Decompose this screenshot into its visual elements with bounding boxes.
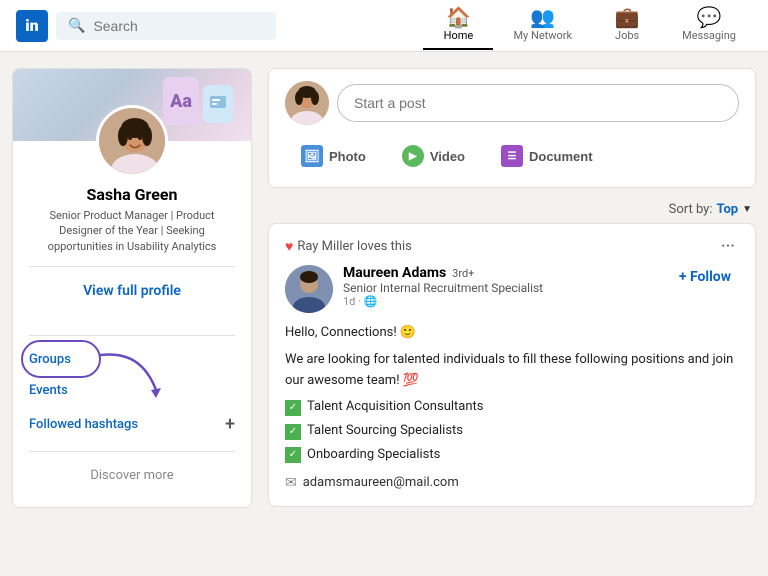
check-icon-1: ✓ — [285, 400, 301, 416]
list-item-label-3: Onboarding Specialists — [307, 445, 440, 466]
nav-label-network: My Network — [513, 29, 572, 42]
profile-title: Senior Product Manager | Product Designe… — [29, 208, 235, 254]
video-button[interactable]: ▶ Video — [386, 137, 481, 175]
arrow-annotation — [91, 350, 171, 400]
list-item-2: ✓ Talent Sourcing Specialists — [285, 421, 739, 442]
jobs-icon: 💼 — [615, 7, 640, 27]
search-bar: 🔍 — [56, 12, 276, 40]
profile-name: Sasha Green — [29, 185, 235, 204]
hashtags-label: Followed hashtags — [29, 417, 138, 432]
nav-item-jobs[interactable]: 💼 Jobs — [592, 1, 662, 50]
list-item-3: ✓ Onboarding Specialists — [285, 445, 739, 466]
author-avatar[interactable] — [285, 265, 333, 313]
author-name[interactable]: Maureen Adams — [343, 265, 446, 281]
email-row: ✉ adamsmaureen@mail.com — [285, 472, 739, 494]
bg-card-aa: Aa — [163, 77, 199, 125]
discover-more-button[interactable]: Discover more — [29, 460, 235, 491]
post-actions: 🖼 Photo ▶ Video ☰ Document — [285, 137, 739, 175]
sort-label: Sort by: — [669, 202, 713, 217]
photo-button[interactable]: 🖼 Photo — [285, 137, 382, 175]
love-text: Ray Miller loves this — [297, 239, 713, 254]
photo-icon: 🖼 — [301, 145, 323, 167]
document-label: Document — [529, 149, 593, 164]
author-subtitle: Senior Internal Recruitment Specialist — [343, 281, 661, 295]
sidebar-item-groups[interactable]: Groups — [29, 344, 235, 375]
linkedin-logo[interactable]: in — [16, 10, 48, 42]
check-icon-2: ✓ — [285, 424, 301, 440]
messaging-icon: 💬 — [697, 7, 722, 27]
list-item-1: ✓ Talent Acquisition Consultants — [285, 397, 739, 418]
check-icon-3: ✓ — [285, 447, 301, 463]
navbar-nav: 🏠 Home 👥 My Network 💼 Jobs 💬 Messaging — [423, 1, 752, 50]
search-input[interactable] — [93, 18, 264, 34]
sort-bar: Sort by: Top ▼ — [268, 196, 756, 223]
post-author-row: Maureen Adams 3rd+ Senior Internal Recru… — [285, 265, 739, 313]
sidebar-links: Groups Events Followed hashtags + Discov… — [13, 319, 251, 507]
start-post-input[interactable] — [337, 84, 739, 122]
view-full-profile-button[interactable]: View full profile — [29, 275, 235, 307]
profile-bg-art: Aa — [163, 77, 243, 137]
video-label: Video — [430, 149, 465, 164]
post-user-avatar — [285, 81, 329, 125]
author-badge: 3rd+ — [452, 267, 474, 280]
profile-info: Sasha Green Senior Product Manager | Pro… — [13, 185, 251, 319]
profile-card: Aa — [12, 68, 252, 508]
bg-card-2 — [203, 85, 233, 123]
add-icon[interactable]: + — [225, 414, 235, 435]
nav-label-home: Home — [444, 29, 474, 42]
nav-label-messaging: Messaging — [682, 29, 736, 42]
links-divider — [29, 335, 235, 336]
list-item-label-1: Talent Acquisition Consultants — [307, 397, 483, 418]
photo-label: Photo — [329, 149, 366, 164]
home-icon: 🏠 — [446, 7, 471, 27]
avatar-svg — [99, 108, 165, 174]
feed-card: ♥ Ray Miller loves this ··· Maureen Ad — [268, 223, 756, 507]
video-icon: ▶ — [402, 145, 424, 167]
author-avatar-svg — [285, 265, 333, 313]
document-button[interactable]: ☰ Document — [485, 137, 609, 175]
post-body: We are looking for talented individuals … — [285, 350, 739, 392]
groups-label: Groups — [29, 352, 71, 367]
avatar[interactable] — [96, 105, 168, 177]
email-address[interactable]: adamsmaureen@mail.com — [303, 473, 459, 494]
post-box-top — [285, 81, 739, 125]
discover-divider — [29, 451, 235, 452]
author-info: Maureen Adams 3rd+ Senior Internal Recru… — [343, 265, 661, 308]
sort-value[interactable]: Top — [716, 202, 738, 217]
sidebar-item-hashtags[interactable]: Followed hashtags + — [29, 406, 235, 443]
post-time: 1d · 🌐 — [343, 295, 377, 308]
feed-area: 🖼 Photo ▶ Video ☰ Document Sort by: Top … — [268, 68, 756, 516]
follow-button[interactable]: + Follow — [671, 265, 739, 289]
author-meta: 1d · 🌐 — [343, 295, 661, 308]
nav-item-home[interactable]: 🏠 Home — [423, 1, 493, 50]
profile-divider — [29, 266, 235, 267]
events-label: Events — [29, 383, 68, 398]
nav-item-network[interactable]: 👥 My Network — [497, 1, 588, 50]
document-icon: ☰ — [501, 145, 523, 167]
post-avatar-svg — [285, 81, 329, 125]
sort-chevron-icon[interactable]: ▼ — [742, 204, 752, 215]
network-icon: 👥 — [530, 7, 555, 27]
feed-card-header: ♥ Ray Miller loves this ··· — [285, 236, 739, 257]
post-list: ✓ Talent Acquisition Consultants ✓ Talen… — [285, 397, 739, 465]
envelope-icon: ✉ — [285, 472, 297, 494]
search-icon: 🔍 — [68, 18, 85, 34]
navbar: in 🔍 🏠 Home 👥 My Network 💼 Jobs 💬 Messag… — [0, 0, 768, 52]
feed-post-content: Hello, Connections! 🙂 We are looking for… — [285, 323, 739, 494]
nav-item-messaging[interactable]: 💬 Messaging — [666, 1, 752, 50]
left-sidebar: Aa — [12, 68, 252, 516]
list-item-label-2: Talent Sourcing Specialists — [307, 421, 463, 442]
avatar-inner — [99, 108, 165, 174]
post-greeting: Hello, Connections! 🙂 — [285, 323, 739, 344]
post-box: 🖼 Photo ▶ Video ☰ Document — [268, 68, 756, 188]
main-container: Aa — [0, 68, 768, 516]
more-options-button[interactable]: ··· — [717, 236, 739, 257]
nav-label-jobs: Jobs — [615, 29, 639, 42]
